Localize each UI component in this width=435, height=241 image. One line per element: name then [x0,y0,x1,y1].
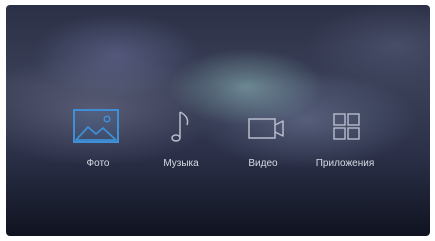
menu-item-music[interactable]: Музыка [136,105,226,175]
music-note-icon [171,111,189,142]
media-home-screen: Фото Музыка Видео Приложения [6,5,430,236]
menu-item-label: Музыка [163,158,199,169]
menu-item-photo[interactable]: Фото [53,105,143,175]
photo-icon [73,109,119,143]
menu-item-label: Видео [248,158,278,169]
apps-grid-icon [333,113,360,140]
menu-item-label: Приложения [315,158,375,169]
video-camera-icon [248,118,284,139]
menu-item-label: Фото [86,158,110,169]
menu-item-apps[interactable]: Приложения [300,105,390,175]
menu-item-video[interactable]: Видео [218,105,308,175]
